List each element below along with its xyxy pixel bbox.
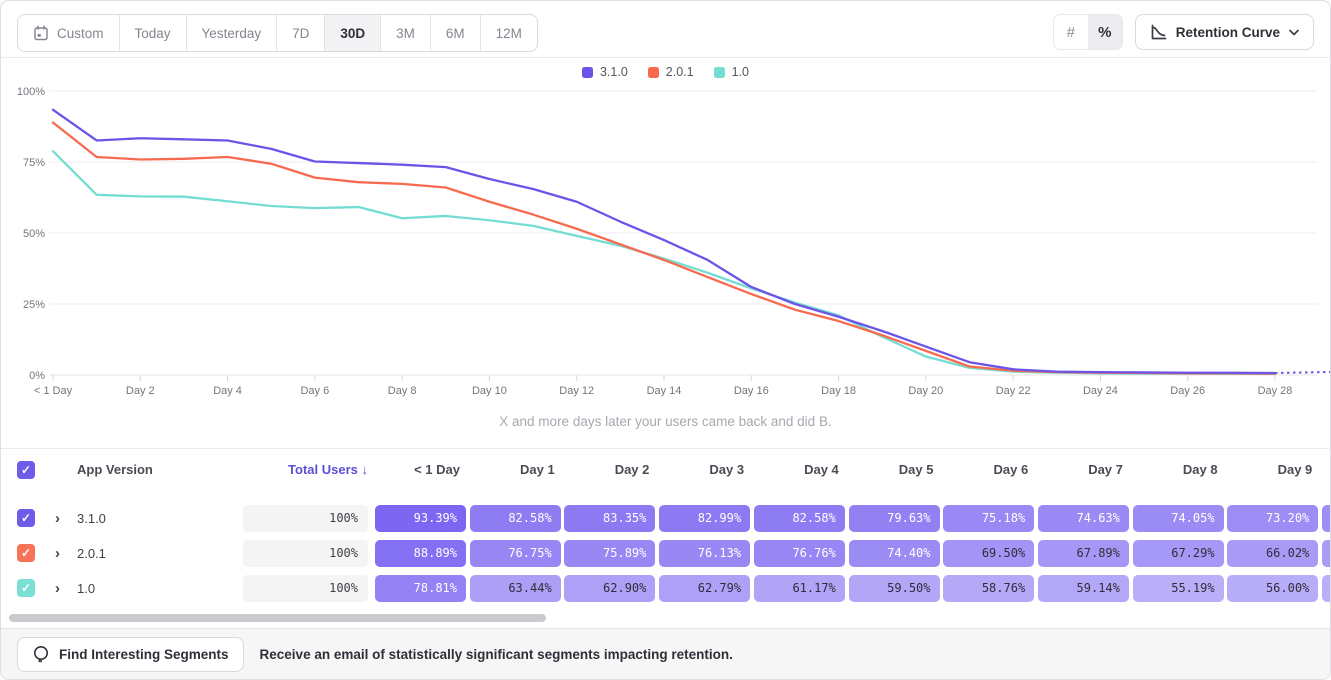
retention-cell[interactable]: 58.76% xyxy=(943,575,1034,602)
retention-cell[interactable]: 76.76% xyxy=(754,540,845,567)
series-line-1.0 xyxy=(53,151,1275,374)
row-label: 3.1.0 xyxy=(77,501,106,536)
total-users-value: 100% xyxy=(243,540,368,567)
x-axis-label: Day 12 xyxy=(559,385,594,397)
select-all-checkbox[interactable]: ✓ xyxy=(17,461,35,479)
total-users-value: 100% xyxy=(243,575,368,602)
dashed-projection-line xyxy=(1275,372,1331,373)
column-header-day-7[interactable]: Day 7 xyxy=(1038,449,1129,491)
retention-cell[interactable]: 74.63% xyxy=(1038,505,1129,532)
retention-cell[interactable]: 74.05% xyxy=(1133,505,1224,532)
row-label: 2.0.1 xyxy=(77,536,106,571)
retention-cell[interactable]: 66.02% xyxy=(1227,540,1318,567)
footer-message: Receive an email of statistically signif… xyxy=(260,647,733,662)
x-axis-label: Day 4 xyxy=(213,385,242,397)
column-header-day-2[interactable]: Day 2 xyxy=(564,449,655,491)
retention-cell[interactable]: 78.81% xyxy=(375,575,466,602)
retention-cell[interactable]: 63.44% xyxy=(470,575,561,602)
column-header--1-day[interactable]: < 1 Day xyxy=(375,449,466,491)
app-version-column-header[interactable]: App Version xyxy=(77,449,153,491)
chart-caption: X and more days later your users came ba… xyxy=(1,414,1330,429)
retention-cell[interactable]: 82.58% xyxy=(470,505,561,532)
x-axis-label: Day 28 xyxy=(1258,385,1293,397)
retention-cell[interactable]: 59.50% xyxy=(849,575,940,602)
x-axis-label: Day 10 xyxy=(472,385,507,397)
retention-cell[interactable]: 93.39% xyxy=(375,505,466,532)
retention-cell[interactable]: 73.20% xyxy=(1227,505,1318,532)
retention-cell[interactable]: 75.18% xyxy=(943,505,1034,532)
retention-cell-clipped[interactable] xyxy=(1322,540,1331,567)
row-checkbox-2.0.1[interactable]: ✓ xyxy=(17,544,35,562)
column-header-day-1[interactable]: Day 1 xyxy=(470,449,561,491)
column-header-day-6[interactable]: Day 6 xyxy=(943,449,1034,491)
segments-icon xyxy=(32,645,50,663)
retention-cell[interactable]: 69.50% xyxy=(943,540,1034,567)
y-axis-label: 100% xyxy=(17,86,45,98)
retention-cell[interactable]: 62.90% xyxy=(564,575,655,602)
expand-chevron-icon[interactable]: › xyxy=(55,571,60,606)
column-header-day-3[interactable]: Day 3 xyxy=(659,449,750,491)
total-users-value: 100% xyxy=(243,505,368,532)
row-label: 1.0 xyxy=(77,571,95,606)
total-users-column-header[interactable]: Total Users ↓ xyxy=(243,449,368,491)
expand-chevron-icon[interactable]: › xyxy=(55,536,60,571)
table-row-3.1.0: ✓›3.1.0100%93.39%82.58%83.35%82.99%82.58… xyxy=(1,501,1330,536)
retention-cell[interactable]: 76.75% xyxy=(470,540,561,567)
table-row-2.0.1: ✓ › 2.0.1 100% 88.89%76.75%75.89%76.13%76.76… xyxy=(1,536,1330,571)
retention-cell[interactable]: 56.00% xyxy=(1227,575,1318,602)
horizontal-scrollbar-thumb[interactable] xyxy=(9,614,546,622)
x-axis-label: Day 20 xyxy=(908,385,943,397)
x-axis-label: < 1 Day xyxy=(34,385,73,397)
x-axis-label: Day 6 xyxy=(300,385,329,397)
column-header-day-9[interactable]: Day 9 xyxy=(1227,449,1318,491)
y-axis-label: 75% xyxy=(23,157,45,169)
table-row-1.0: ✓›1.0100%78.81%63.44%62.90%62.79%61.17%5… xyxy=(1,571,1330,606)
x-axis-label: Day 16 xyxy=(734,385,769,397)
retention-cell[interactable]: 88.89% xyxy=(375,540,466,567)
y-axis-label: 25% xyxy=(23,299,45,311)
table-header-row: ✓ App Version Total Users ↓ < 1 DayDay 1… xyxy=(1,448,1330,490)
row-checkbox-1.0[interactable]: ✓ xyxy=(17,579,35,597)
find-interesting-segments-label: Find Interesting Segments xyxy=(59,647,229,662)
expand-chevron-icon[interactable]: › xyxy=(55,501,60,536)
retention-chart: 0% 25% 50% 75% 100% < 1 Day Day 2 Day 4 Day 6 Day… xyxy=(1,1,1331,431)
retention-cell[interactable]: 55.19% xyxy=(1133,575,1224,602)
x-axis-label: Day 26 xyxy=(1170,385,1205,397)
x-axis-label: Day 18 xyxy=(821,385,856,397)
x-axis-label: Day 8 xyxy=(388,385,417,397)
retention-cell[interactable]: 82.99% xyxy=(659,505,750,532)
footer-bar: Find Interesting Segments Receive an ema… xyxy=(1,628,1330,679)
retention-cell[interactable]: 75.89% xyxy=(564,540,655,567)
x-axis-label: Day 2 xyxy=(126,385,155,397)
series-line-3.1.0 xyxy=(53,110,1275,373)
row-checkbox-3.1.0[interactable]: ✓ xyxy=(17,509,35,527)
x-axis-label: Day 22 xyxy=(996,385,1031,397)
x-axis-label: Day 14 xyxy=(647,385,682,397)
retention-cell-clipped[interactable] xyxy=(1322,505,1331,532)
retention-cell[interactable]: 62.79% xyxy=(659,575,750,602)
column-header-day-8[interactable]: Day 8 xyxy=(1133,449,1224,491)
column-header-day-5[interactable]: Day 5 xyxy=(849,449,940,491)
x-axis-label: Day 24 xyxy=(1083,385,1118,397)
retention-cell[interactable]: 83.35% xyxy=(564,505,655,532)
retention-cell[interactable]: 67.29% xyxy=(1133,540,1224,567)
retention-cell[interactable]: 59.14% xyxy=(1038,575,1129,602)
y-axis-label: 50% xyxy=(23,228,45,240)
retention-cell[interactable]: 79.63% xyxy=(849,505,940,532)
retention-cell-clipped[interactable] xyxy=(1322,575,1331,602)
y-axis-label: 0% xyxy=(29,370,45,382)
retention-report: CustomTodayYesterday7D30D3M6M12M # % Ret… xyxy=(0,0,1331,680)
series-line-2.0.1 xyxy=(53,123,1275,374)
retention-cell[interactable]: 67.89% xyxy=(1038,540,1129,567)
column-header-day-4[interactable]: Day 4 xyxy=(754,449,845,491)
retention-cell[interactable]: 61.17% xyxy=(754,575,845,602)
retention-cell[interactable]: 76.13% xyxy=(659,540,750,567)
retention-cell[interactable]: 82.58% xyxy=(754,505,845,532)
retention-cell[interactable]: 74.40% xyxy=(849,540,940,567)
find-interesting-segments-button[interactable]: Find Interesting Segments xyxy=(17,637,244,672)
